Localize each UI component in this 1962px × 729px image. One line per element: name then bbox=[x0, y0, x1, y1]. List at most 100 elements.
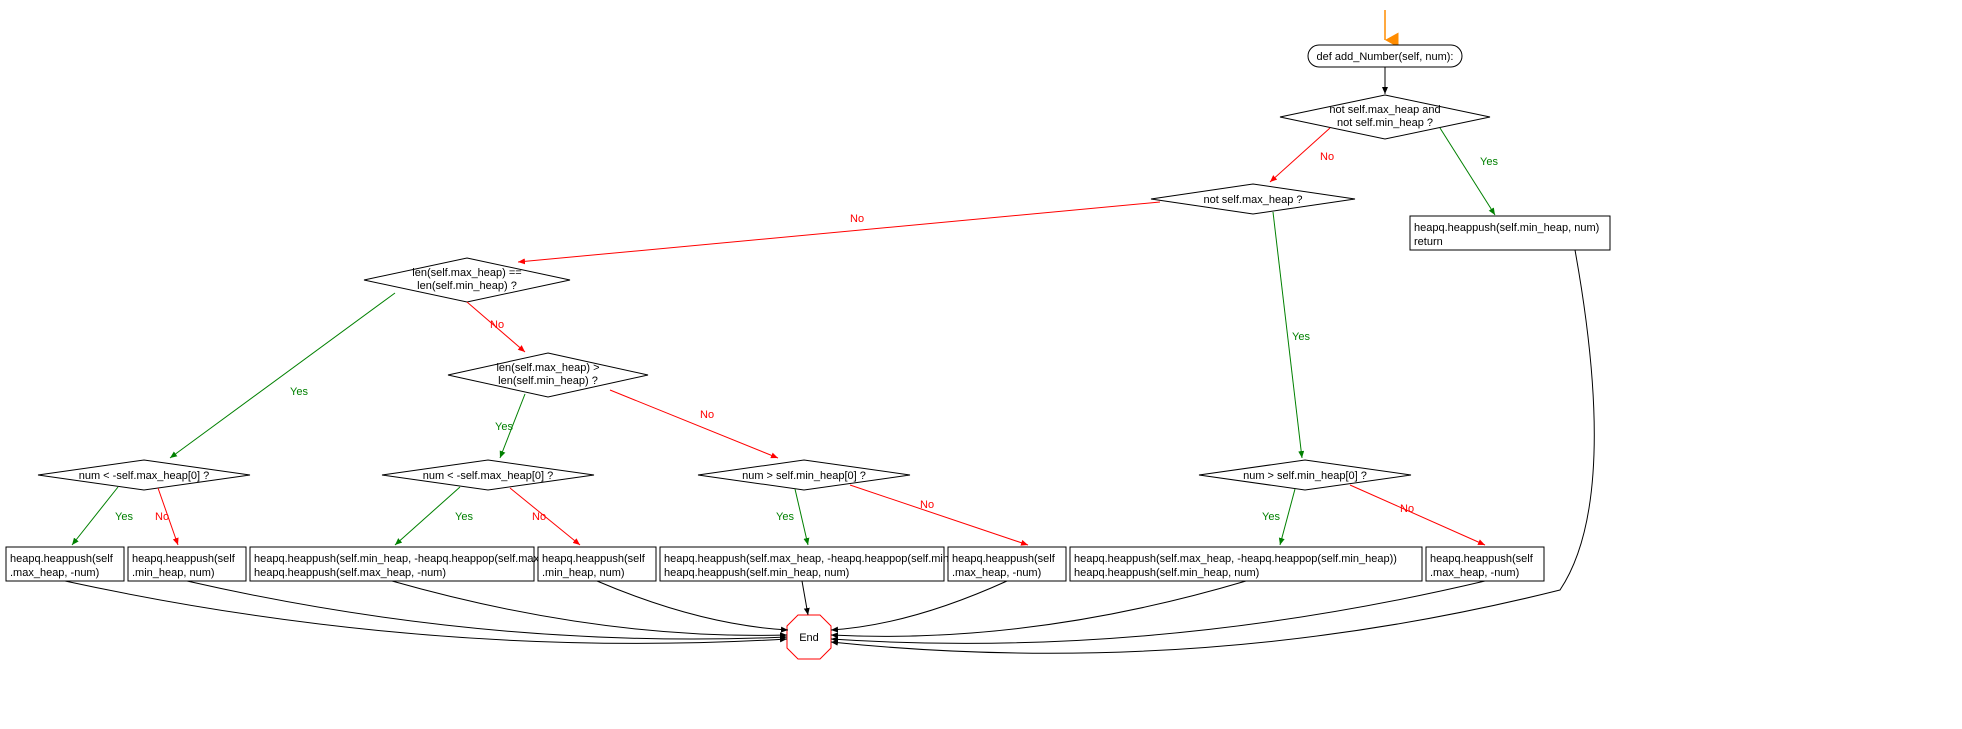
label-c2-yes: Yes bbox=[1292, 331, 1310, 343]
svg-text:.max_heap, -num): .max_heap, -num) bbox=[1430, 567, 1519, 579]
label-c1-yes: Yes bbox=[1480, 156, 1498, 168]
label-c8-no: No bbox=[1400, 503, 1414, 515]
svg-text:.max_heap, -num): .max_heap, -num) bbox=[10, 567, 99, 579]
edge-b7-end bbox=[831, 581, 1246, 636]
node-c8-text: num > self.min_heap[0] ? bbox=[1243, 470, 1367, 482]
node-b7-l1: heapq.heappush(self.max_heap, -heapq.hea… bbox=[1074, 553, 1397, 565]
edge-b3-end bbox=[392, 581, 787, 635]
node-b1-l1: heapq.heappush(self bbox=[10, 553, 114, 565]
svg-text:heapq.heappush(self: heapq.heappush(self bbox=[10, 553, 114, 565]
svg-text:heapq.heappush(self.max_heap,: heapq.heappush(self.max_heap, -heapq.hea… bbox=[1074, 553, 1397, 565]
node-c7-text: num > self.min_heap[0] ? bbox=[742, 470, 866, 482]
label-c4-yes: Yes bbox=[495, 421, 513, 433]
label-c2-no: No bbox=[850, 213, 864, 225]
svg-text:not self.max_heap ?: not self.max_heap ? bbox=[1203, 194, 1302, 206]
node-c3-line1: len(self.max_heap) == bbox=[412, 267, 521, 279]
svg-text:len(self.max_heap) >: len(self.max_heap) > bbox=[496, 362, 599, 374]
node-b2-l2: .min_heap, num) bbox=[132, 567, 215, 579]
svg-text:len(self.max_heap) ==: len(self.max_heap) == bbox=[412, 267, 521, 279]
node-b4: heapq.heappush(self .min_heap, num) bbox=[538, 547, 656, 581]
edge-c8-yes bbox=[1280, 489, 1295, 545]
node-b6-l1: heapq.heappush(self bbox=[952, 553, 1056, 565]
svg-text:.max_heap, -num): .max_heap, -num) bbox=[952, 567, 1041, 579]
node-c4-line1: len(self.max_heap) > bbox=[496, 362, 599, 374]
edge-b8-end bbox=[831, 581, 1485, 643]
node-b7: heapq.heappush(self.max_heap, -heapq.hea… bbox=[1070, 547, 1422, 581]
node-b6: heapq.heappush(self .max_heap, -num) bbox=[948, 547, 1066, 581]
node-b4-l2: .min_heap, num) bbox=[542, 567, 625, 579]
svg-text:num > self.min_heap[0] ?: num > self.min_heap[0] ? bbox=[742, 470, 866, 482]
node-c5: num < -self.max_heap[0] ? bbox=[38, 460, 250, 490]
node-c6: num < -self.max_heap[0] ? bbox=[382, 460, 594, 490]
label-c6-no: No bbox=[532, 511, 546, 523]
svg-text:End: End bbox=[799, 632, 819, 644]
node-start: def add_Number(self, num): bbox=[1308, 45, 1462, 67]
edge-c4-no bbox=[610, 390, 778, 458]
node-b8: heapq.heappush(self .max_heap, -num) bbox=[1426, 547, 1544, 581]
node-b3: heapq.heappush(self.min_heap, -heapq.hea… bbox=[250, 547, 577, 581]
node-c1-line1: not self.max_heap and bbox=[1329, 104, 1440, 116]
node-a1-line1: heapq.heappush(self.min_heap, num) bbox=[1414, 222, 1599, 234]
node-b6-l2: .max_heap, -num) bbox=[952, 567, 1041, 579]
label-c1-no: No bbox=[1320, 151, 1334, 163]
node-b5-l1: heapq.heappush(self.max_heap, -heapq.hea… bbox=[664, 553, 987, 565]
node-c4: len(self.max_heap) > len(self.min_heap) … bbox=[448, 353, 648, 397]
label-c5-no: No bbox=[155, 511, 169, 523]
svg-text:heapq.heappush(self.min_heap,: heapq.heappush(self.min_heap, -heapq.hea… bbox=[254, 553, 577, 565]
svg-text:heapq.heappush(self.max_heap,: heapq.heappush(self.max_heap, -heapq.hea… bbox=[664, 553, 987, 565]
svg-text:heapq.heappush(self.min_heap,: heapq.heappush(self.min_heap, num) bbox=[1074, 567, 1259, 579]
label-c7-no: No bbox=[920, 499, 934, 511]
label-c6-yes: Yes bbox=[455, 511, 473, 523]
svg-text:len(self.min_heap) ?: len(self.min_heap) ? bbox=[417, 280, 517, 292]
svg-text:heapq.heappush(self.min_heap,: heapq.heappush(self.min_heap, num) bbox=[664, 567, 849, 579]
node-c2-text: not self.max_heap ? bbox=[1203, 194, 1302, 206]
node-start-text: def add_Number(self, num): bbox=[1317, 51, 1454, 63]
label-c3-no: No bbox=[490, 319, 504, 331]
svg-text:heapq.heappush(self.min_heap,: heapq.heappush(self.min_heap, num) bbox=[1414, 222, 1599, 234]
edge-b4-end bbox=[597, 581, 788, 630]
svg-text:heapq.heappush(self.max_heap,: heapq.heappush(self.max_heap, -num) bbox=[254, 567, 446, 579]
node-c3-line2: len(self.min_heap) ? bbox=[417, 280, 517, 292]
svg-text:num < -self.max_heap[0] ?: num < -self.max_heap[0] ? bbox=[79, 470, 210, 482]
edge-b2-end bbox=[187, 581, 787, 639]
label-c4-no: No bbox=[700, 409, 714, 421]
svg-text:num > self.min_heap[0] ?: num > self.min_heap[0] ? bbox=[1243, 470, 1367, 482]
node-b1-l2: .max_heap, -num) bbox=[10, 567, 99, 579]
node-c6-text: num < -self.max_heap[0] ? bbox=[423, 470, 554, 482]
label-c5-yes: Yes bbox=[115, 511, 133, 523]
node-a1-line2: return bbox=[1414, 236, 1443, 248]
svg-text:heapq.heappush(self: heapq.heappush(self bbox=[952, 553, 1056, 565]
svg-text:heapq.heappush(self: heapq.heappush(self bbox=[132, 553, 236, 565]
node-c3: len(self.max_heap) == len(self.min_heap)… bbox=[364, 258, 570, 302]
edge-c6-yes bbox=[395, 487, 460, 545]
svg-text:.min_heap, num): .min_heap, num) bbox=[132, 567, 215, 579]
node-b7-l2: heapq.heappush(self.min_heap, num) bbox=[1074, 567, 1259, 579]
edge-b6-end bbox=[831, 581, 1007, 630]
svg-text:not self.min_heap ?: not self.min_heap ? bbox=[1337, 117, 1433, 129]
svg-text:def add_Number(self, num):: def add_Number(self, num): bbox=[1317, 51, 1454, 63]
label-c8-yes: Yes bbox=[1262, 511, 1280, 523]
edge-c1-yes bbox=[1440, 128, 1495, 215]
edge-b5-end bbox=[802, 581, 808, 615]
svg-text:.min_heap, num): .min_heap, num) bbox=[542, 567, 625, 579]
node-c1-line2: not self.min_heap ? bbox=[1337, 117, 1433, 129]
node-c7: num > self.min_heap[0] ? bbox=[698, 460, 910, 490]
node-b8-l1: heapq.heappush(self bbox=[1430, 553, 1534, 565]
edge-c3-yes bbox=[170, 293, 395, 458]
node-b5-l2: heapq.heappush(self.min_heap, num) bbox=[664, 567, 849, 579]
svg-text:heapq.heappush(self: heapq.heappush(self bbox=[542, 553, 646, 565]
node-b1: heapq.heappush(self .max_heap, -num) bbox=[6, 547, 124, 581]
svg-text:return: return bbox=[1414, 236, 1443, 248]
edge-c7-no bbox=[850, 485, 1028, 545]
node-c4-line2: len(self.min_heap) ? bbox=[498, 375, 598, 387]
node-c2: not self.max_heap ? bbox=[1151, 184, 1355, 214]
label-c3-yes: Yes bbox=[290, 386, 308, 398]
node-b2-l1: heapq.heappush(self bbox=[132, 553, 236, 565]
node-b4-l1: heapq.heappush(self bbox=[542, 553, 646, 565]
edge-c7-yes bbox=[795, 489, 808, 545]
node-end: End bbox=[787, 615, 831, 659]
edge-c5-yes bbox=[72, 487, 118, 545]
node-b8-l2: .max_heap, -num) bbox=[1430, 567, 1519, 579]
node-b5: heapq.heappush(self.max_heap, -heapq.hea… bbox=[660, 547, 987, 581]
label-c7-yes: Yes bbox=[776, 511, 794, 523]
